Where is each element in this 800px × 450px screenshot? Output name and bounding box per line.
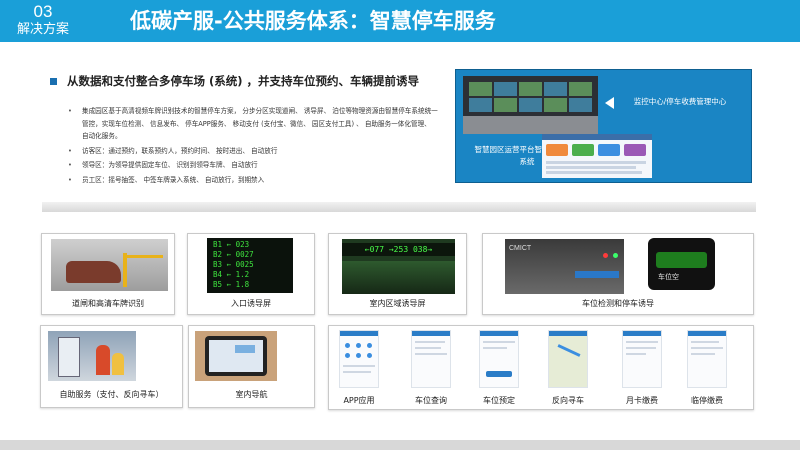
header-bar: 03 解决方案 低碳产服-公共服务体系：智慧停车服务 [0, 0, 800, 42]
dashboard-screenshot [542, 134, 652, 178]
card-gate-label: 道闸和高清车牌识别 [72, 299, 144, 308]
card-indoor-label: 室内区域诱导屏 [369, 299, 426, 308]
intro-bullet-list: 集成园区基于高清视频车牌识别技术的智慧停车方案， 分步分区实现道闸、 诱导屏、 … [68, 105, 438, 188]
app-screen [548, 330, 588, 388]
intro-bullet: 员工区：摇号抽签、 中签车牌录入系统、 自动放行，到期禁入 [68, 174, 438, 187]
page-title: 低碳产服-公共服务体系：智慧停车服务 [130, 9, 496, 33]
app-screen [479, 330, 519, 388]
card-indoor: ←077 →253 038→ 室内区域诱导屏 [328, 233, 467, 315]
kiosk-photo [48, 331, 136, 381]
monitor-center-text: 监控中心/停车收费管理中心 [633, 97, 727, 106]
heading-bullet-icon [50, 78, 57, 85]
intro-bullet: 访客区：通过预约，联系预约人，预约时间、 按时进出、 自动放行 [68, 145, 438, 158]
intro-bullet: 集成园区基于高清视频车牌识别技术的智慧停车方案， 分步分区实现道闸、 诱导屏、 … [68, 105, 438, 143]
card-selfservice-label: 自助服务（支付、反向寻车） [59, 390, 164, 399]
app-screen [687, 330, 727, 388]
card-detection: CMICT 车位空 车位检测和停车诱导 [482, 233, 754, 315]
card-gate: 道闸和高清车牌识别 [41, 233, 175, 315]
monitoring-center-photo [463, 76, 598, 134]
led-row: B1 ← 023 [213, 240, 250, 249]
app-screen [622, 330, 662, 388]
tablet-photo [195, 331, 277, 381]
app-label: 反向寻车 [552, 396, 584, 405]
led-row: B5 ← 1.8 [213, 280, 250, 289]
card-selfservice: 自助服务（支付、反向寻车） [40, 325, 183, 408]
app-label: 车位查询 [415, 396, 447, 405]
led-row: B4 ← 1.2 [213, 270, 250, 279]
space-indicator-photo: 车位空 [648, 238, 715, 290]
desk [463, 116, 598, 134]
section-number: 03 [33, 2, 53, 21]
led-row: B2 ← 0027 [213, 250, 254, 259]
app-label: 车位预定 [483, 396, 515, 405]
divider-strip [42, 202, 756, 212]
gate-photo [51, 239, 168, 291]
app-screen [411, 330, 451, 388]
app-screen [339, 330, 379, 388]
led-row: B3 ← 0025 [213, 260, 254, 269]
app-label: 临停缴费 [691, 396, 723, 405]
indoor-sign-text: ←077 →253 038→ [342, 243, 455, 256]
arrow-left-icon [605, 97, 614, 109]
app-label: APP应用 [343, 396, 375, 405]
card-navigation: 室内导航 [188, 325, 315, 408]
intro-heading: 从数据和支付整合多停车场 (系统) ，并支持车位预约、车辆提前诱导 [67, 74, 420, 88]
led-board: B1 ← 023 B2 ← 0027 B3 ← 0025 B4 ← 1.2 B5… [207, 238, 293, 293]
system-overview-panel: 监控中心/停车收费管理中心 智慧园区运营平台智慧停车管理系统 [455, 69, 752, 183]
card-app: APP应用 车位查询 车位预定 反向寻车 月卡缴费 临停缴费 [328, 325, 754, 410]
card-detection-label: 车位检测和停车诱导 [582, 299, 654, 308]
card-entrance-label: 入口诱导屏 [231, 299, 271, 308]
section-box: 03 解决方案 [0, 0, 86, 42]
footer-bar [0, 440, 800, 450]
garage-photo: CMICT [505, 239, 624, 294]
intro-bullet: 领导区：为领导提供固定车位、 识别到领导车牌、 自动放行 [68, 159, 438, 172]
video-wall [469, 82, 592, 112]
app-label: 月卡缴费 [626, 396, 658, 405]
card-entrance: B1 ← 023 B2 ← 0027 B3 ← 0025 B4 ← 1.2 B5… [187, 233, 315, 315]
card-navigation-label: 室内导航 [235, 390, 268, 399]
indoor-sign-photo: ←077 →253 038→ [342, 239, 455, 294]
section-label: 解决方案 [16, 22, 69, 37]
